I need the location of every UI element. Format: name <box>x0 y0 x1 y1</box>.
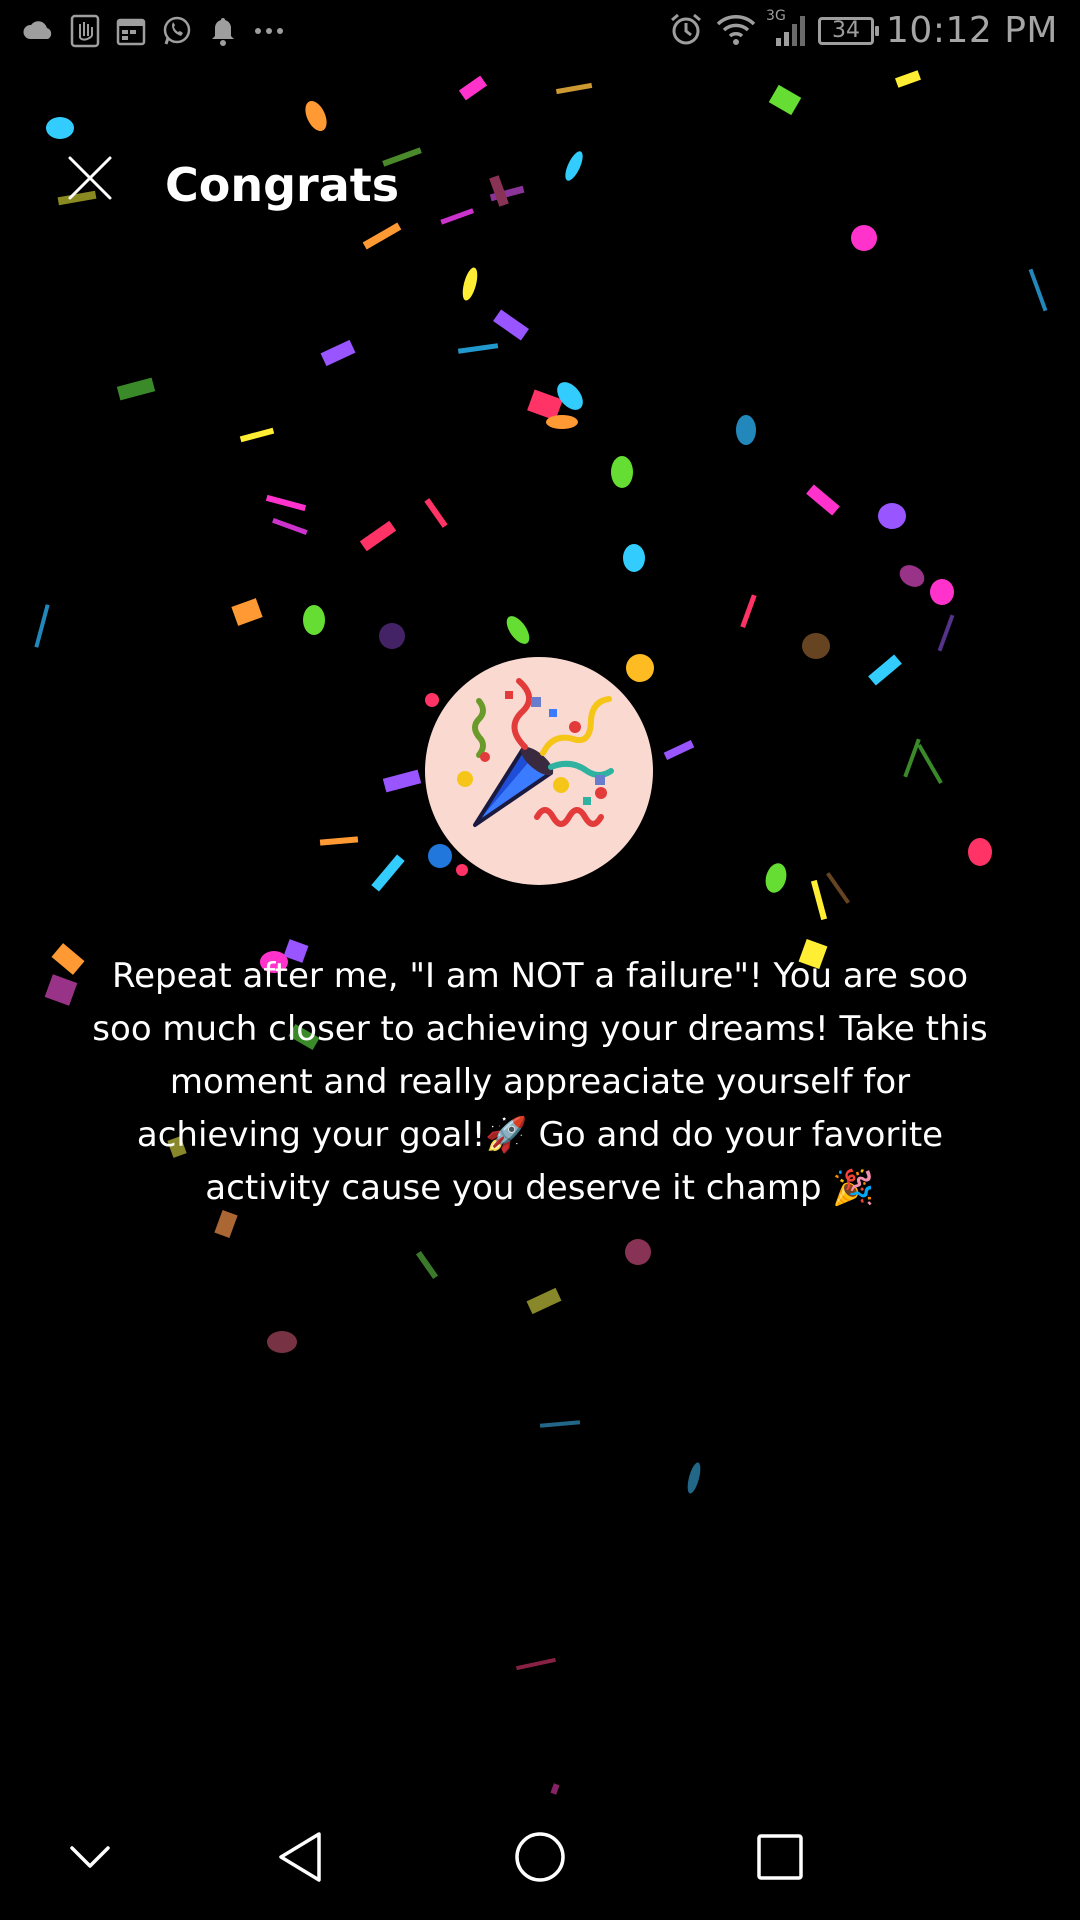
cloud-icon <box>22 14 56 48</box>
home-button[interactable] <box>505 1822 575 1892</box>
page-title: Congrats <box>165 158 400 212</box>
network-type: 3G <box>766 7 786 24</box>
hide-nav-button[interactable] <box>55 1822 125 1892</box>
more-dots-icon <box>252 14 286 48</box>
recents-square-icon <box>757 1834 803 1880</box>
recents-button[interactable] <box>745 1822 815 1892</box>
close-icon <box>68 156 112 200</box>
signal-icon: 3G <box>766 8 806 48</box>
confetti-pieces <box>34 70 1048 1795</box>
hand-icon <box>68 14 102 48</box>
chevron-down-icon <box>70 1846 110 1868</box>
celebration-illustration <box>425 657 653 885</box>
status-bar: 3G 34 10:12 PM <box>0 0 1080 72</box>
close-button[interactable] <box>60 148 120 208</box>
whatsapp-icon <box>160 14 194 48</box>
home-circle-icon <box>515 1832 565 1882</box>
battery-icon: 34 <box>818 16 880 45</box>
wifi-icon <box>716 12 756 50</box>
battery-level: 34 <box>832 18 861 43</box>
congrats-message: Repeat after me, "I am NOT a failure"! Y… <box>92 956 988 1208</box>
back-triangle-icon <box>279 1832 321 1882</box>
back-button[interactable] <box>265 1822 335 1892</box>
bell-icon <box>206 14 240 48</box>
navigation-bar <box>0 1800 1080 1920</box>
status-time: 10:12 PM <box>886 10 1058 51</box>
calendar-icon <box>114 14 148 48</box>
status-right-icons: 3G 34 10:12 PM <box>668 8 1058 51</box>
alarm-icon <box>668 11 704 51</box>
status-left-icons <box>22 14 286 48</box>
party-popper-icon <box>457 678 614 827</box>
